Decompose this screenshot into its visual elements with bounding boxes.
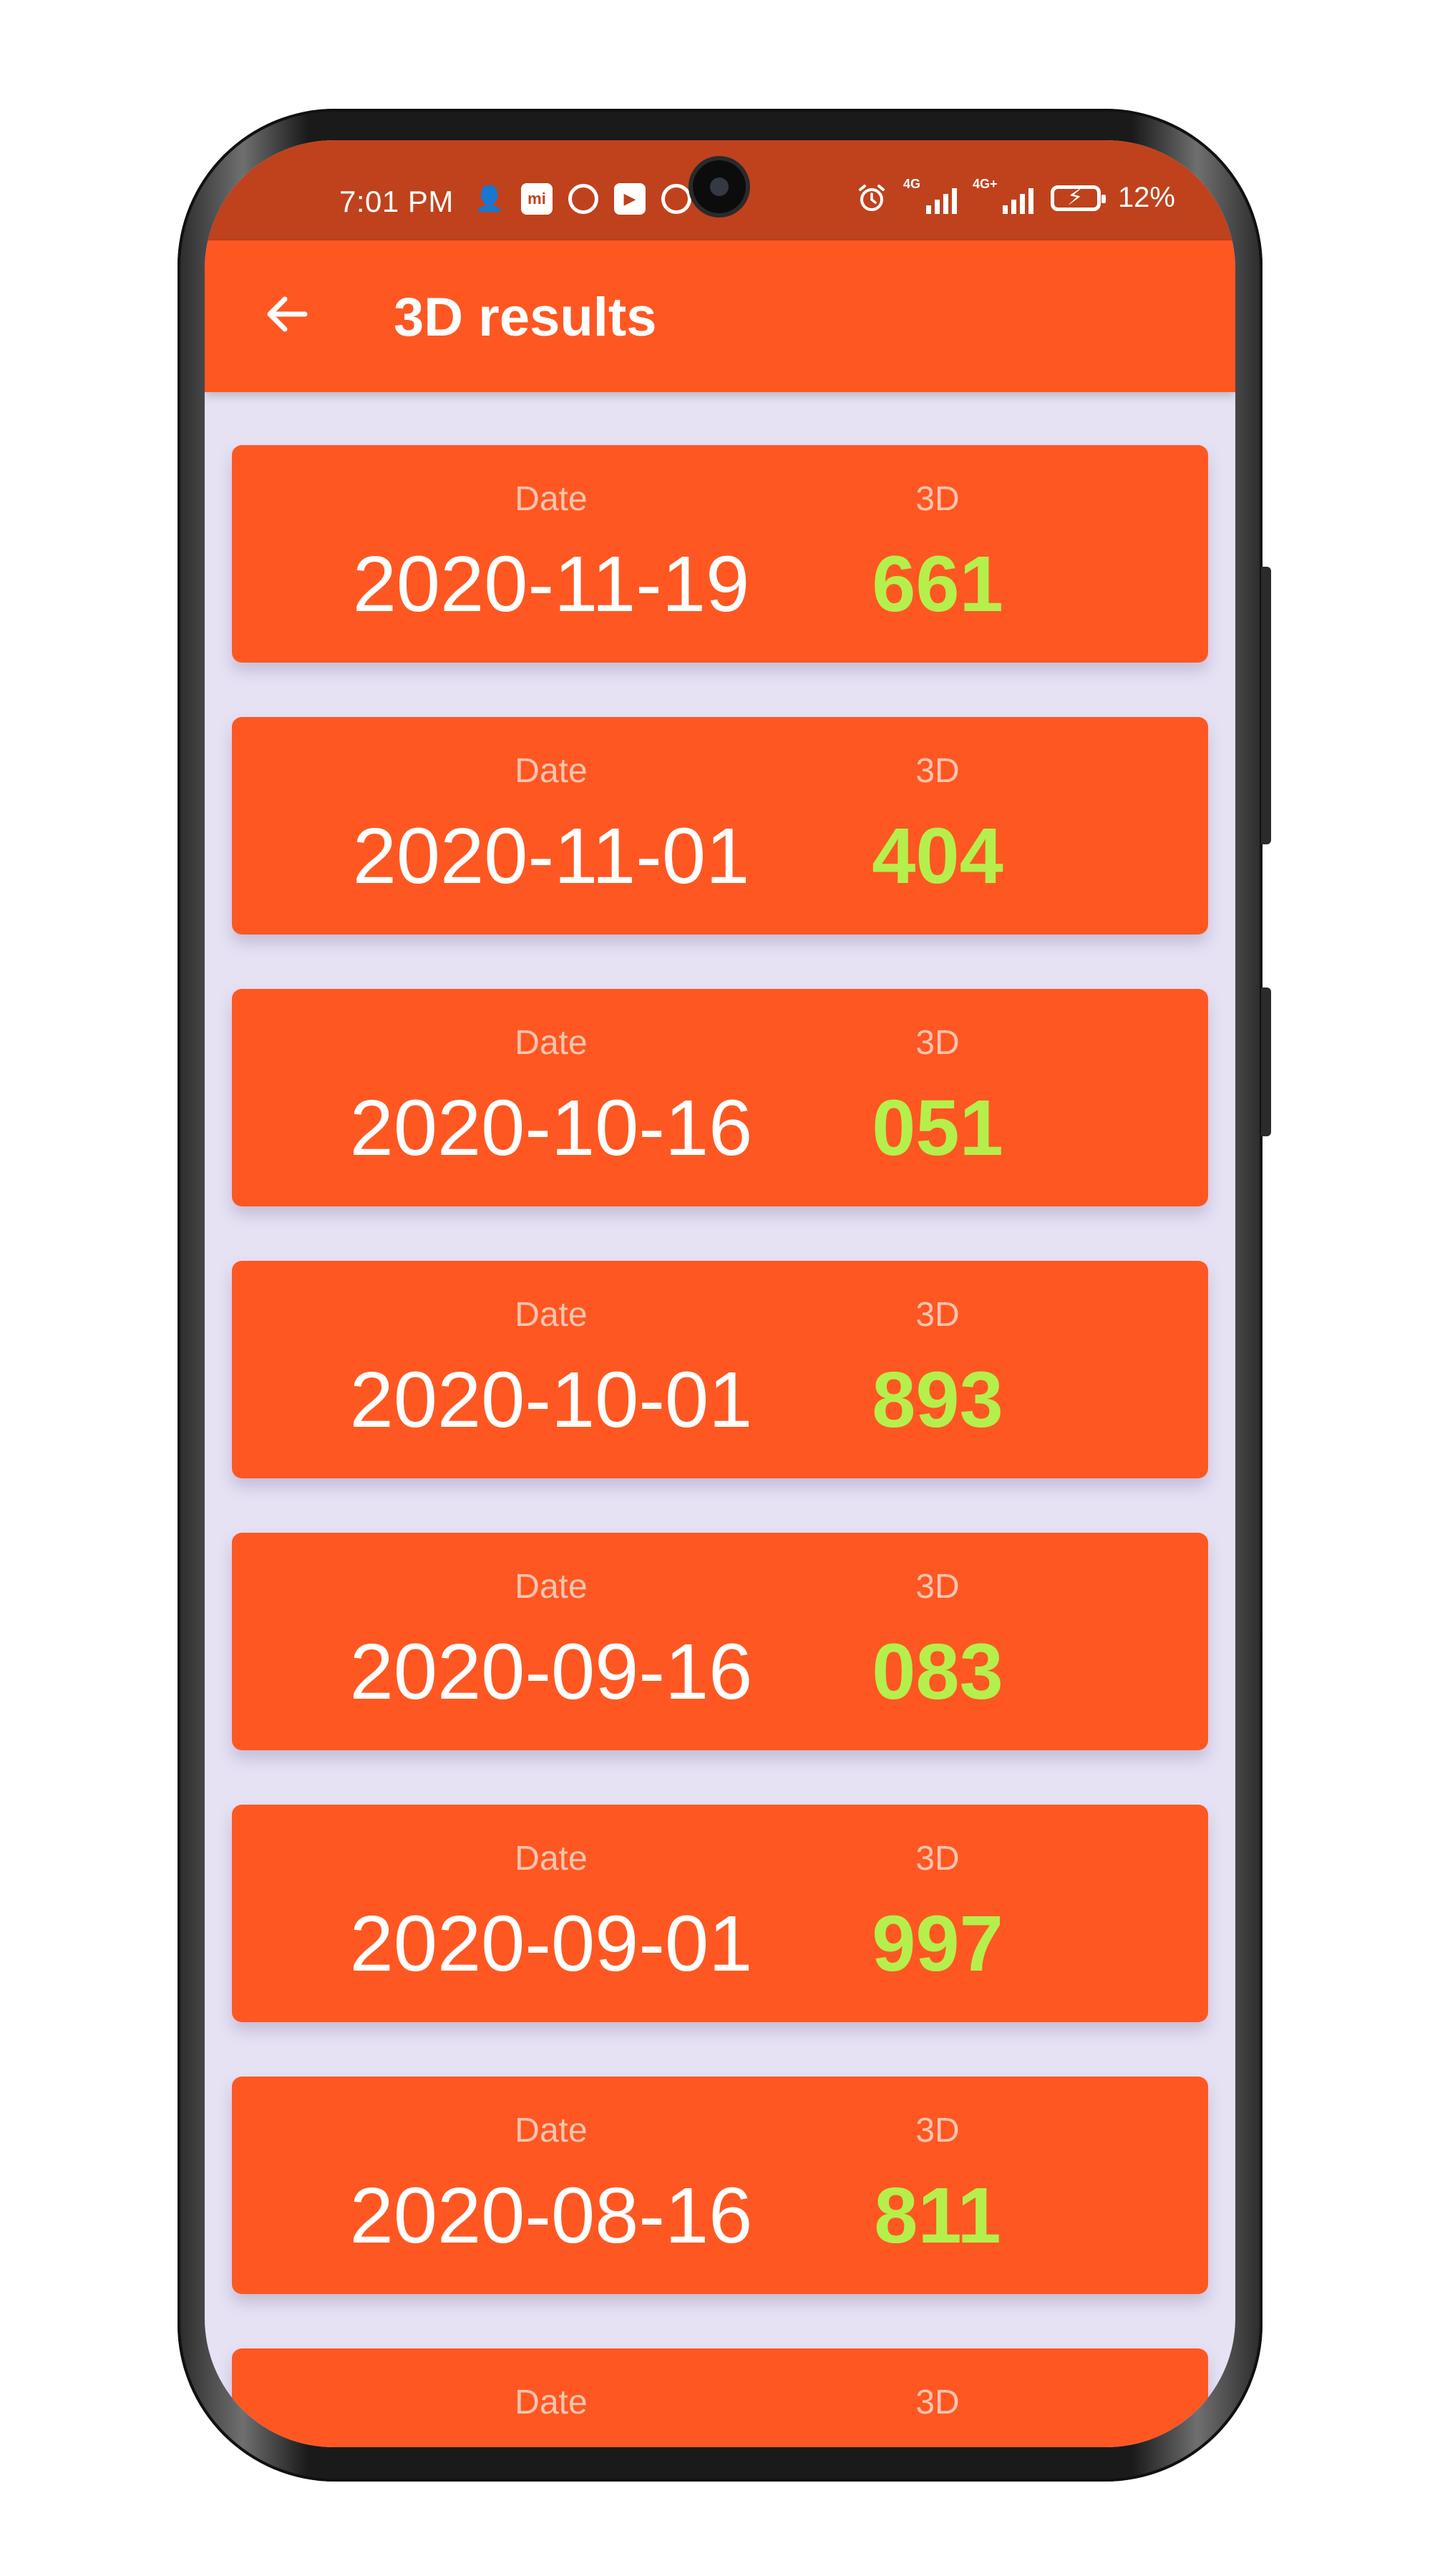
draw-date: 2020-11-19 (352, 540, 750, 628)
3d-label: 3D (915, 1296, 960, 1334)
page-title: 3D results (394, 287, 657, 348)
date-label: Date (515, 1024, 588, 1062)
page: 7:01 PM 👤 mi ▶ 4G 4G+ ⚡ 12% 3D results D… (0, 0, 1440, 2576)
3d-label: 3D (915, 1840, 960, 1878)
3d-number: 997 (872, 1900, 1003, 1988)
play-store-icon: ▶ (614, 183, 646, 215)
date-label: Date (515, 752, 588, 790)
draw-date: 2020-08-16 (349, 2172, 753, 2260)
3d-number: 661 (872, 540, 1003, 628)
3d-number: 051 (872, 1084, 1003, 1172)
3d-label: 3D (915, 752, 960, 790)
draw-date: 2020-11-01 (352, 812, 750, 900)
battery-charging-icon: ⚡ (1050, 184, 1106, 211)
power-button (1261, 987, 1271, 1136)
front-camera (693, 160, 746, 213)
battery-percent: 12% (1117, 182, 1175, 213)
3d-label: 3D (915, 1568, 960, 1606)
vpn-icon (568, 184, 598, 214)
result-card[interactable]: Date 2020-09-16 3D 083 (232, 1533, 1208, 1750)
date-label: Date (515, 480, 588, 518)
notification-icons: 👤 mi ▶ (474, 183, 691, 215)
draw-date: 2020-10-16 (349, 1084, 753, 1172)
date-label: Date (515, 2384, 588, 2421)
3d-label: 3D (915, 2384, 960, 2421)
result-card[interactable]: Date 2020-08-16 3D 811 (232, 2077, 1208, 2294)
status-time: 7:01 PM (339, 185, 454, 218)
result-card[interactable]: Date 3D (232, 2348, 1208, 2447)
results-list[interactable]: Date 2020-11-19 3D 661 Date 2020-11-01 3… (232, 445, 1208, 2447)
3d-label: 3D (915, 2112, 960, 2150)
mi-store-icon: mi (521, 183, 553, 215)
status-bar: 7:01 PM 👤 mi ▶ 4G 4G+ ⚡ 12% (205, 140, 1235, 240)
date-label: Date (515, 1568, 588, 1606)
volume-button (1261, 567, 1271, 844)
3d-number: 404 (872, 812, 1003, 900)
signal-4g-icon: 4G (903, 177, 957, 214)
alarm-icon (856, 182, 887, 214)
arrow-left-icon[interactable] (255, 282, 319, 346)
3d-number: 083 (872, 1628, 1003, 1716)
person-add-icon: 👤 (474, 185, 505, 213)
date-label: Date (515, 1296, 588, 1334)
result-card[interactable]: Date 2020-11-01 3D 404 (232, 717, 1208, 935)
3d-number: 811 (874, 2172, 1001, 2260)
draw-date: 2020-09-16 (349, 1628, 753, 1716)
3d-label: 3D (915, 480, 960, 518)
date-label: Date (515, 2112, 588, 2150)
3d-label: 3D (915, 1024, 960, 1062)
3d-number: 893 (872, 1356, 1003, 1444)
system-icons: 4G 4G+ ⚡ 12% (856, 177, 1175, 214)
result-card[interactable]: Date 2020-09-01 3D 997 (232, 1805, 1208, 2022)
result-card[interactable]: Date 2020-10-16 3D 051 (232, 989, 1208, 1206)
draw-date: 2020-09-01 (349, 1900, 753, 1988)
signal-4g-plus-icon: 4G+ (973, 177, 1033, 214)
phone-screen: 7:01 PM 👤 mi ▶ 4G 4G+ ⚡ 12% 3D results D… (205, 140, 1235, 2447)
date-label: Date (515, 1840, 588, 1878)
draw-date: 2020-10-01 (349, 1356, 753, 1444)
result-card[interactable]: Date 2020-11-19 3D 661 (232, 445, 1208, 663)
vpn-icon (661, 184, 691, 214)
result-card[interactable]: Date 2020-10-01 3D 893 (232, 1261, 1208, 1478)
app-bar: 3D results (205, 240, 1235, 392)
